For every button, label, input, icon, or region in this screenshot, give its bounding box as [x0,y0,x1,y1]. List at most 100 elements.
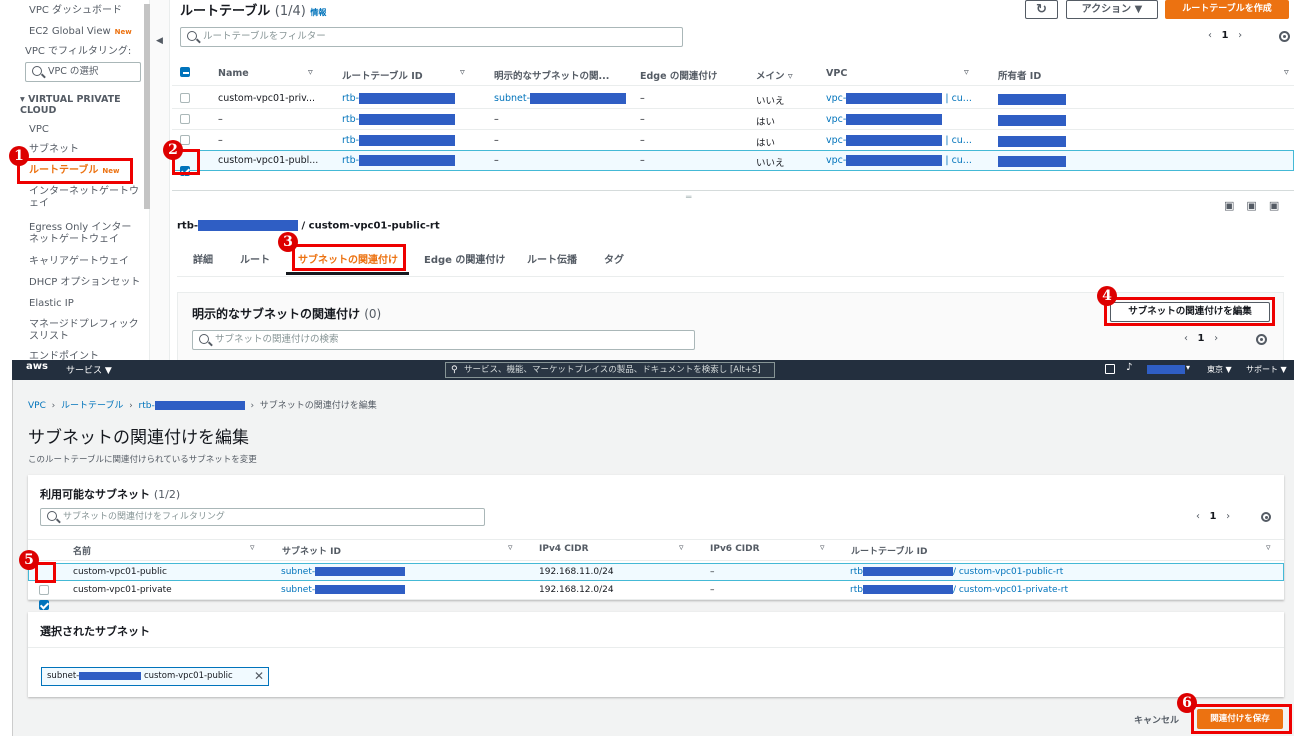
sidebar-item-igw[interactable]: インターネットゲートウェイ [29,186,141,210]
row-rtb-link[interactable]: rtb- [342,155,456,166]
subnet-row-id-link[interactable]: subnet- [281,585,406,595]
row-rtb-link[interactable]: rtb- [342,93,456,104]
sidebar-item-elastic-ip[interactable]: Elastic IP [29,298,74,310]
row-vpc-link[interactable]: vpc- | cu... [826,135,972,146]
prev-page-icon[interactable]: ‹ [1196,511,1200,522]
row-vpc-link[interactable]: vpc- | cu... [826,93,972,104]
next-page-icon[interactable]: › [1226,511,1230,522]
col-vpc-sort-icon[interactable]: ▿ [964,67,969,78]
subnet-row-rtb-link[interactable]: rtb / custom-vpc01-private-rt [850,585,1068,595]
detail-settings-gear-icon[interactable] [1256,334,1267,348]
split-panel-divider[interactable]: ═ [172,190,1294,210]
col-main[interactable]: メイン ▿ [756,68,793,82]
col-edge[interactable]: Edge の関連付け [640,68,717,82]
col-ipv6-sort-icon[interactable]: ▿ [820,543,825,553]
col-owner[interactable]: 所有者 ID [998,68,1041,82]
cloudshell-icon[interactable] [1105,364,1115,374]
subnet-row-id-link[interactable]: subnet- [281,567,406,577]
tab-tags[interactable]: タグ [604,251,624,266]
sidebar-item-ec2-global-view[interactable]: EC2 Global View New [29,26,132,38]
aws-logo[interactable]: aws [26,361,48,372]
row-checkbox[interactable] [180,114,190,124]
section-vpc-title[interactable]: ▾ VIRTUAL PRIVATE CLOUD [20,94,140,116]
breadcrumb-rtb[interactable]: rtb- [139,401,245,411]
settings-gear-icon[interactable] [1279,31,1290,45]
row-checkbox[interactable] [180,166,190,176]
col-vpc[interactable]: VPC [826,68,847,79]
row-checkbox[interactable] [39,585,49,595]
breadcrumb-route-tables[interactable]: ルートテーブル [61,401,123,411]
col-rtb-id[interactable]: ルートテーブル ID [342,68,423,82]
account-chevron-down-icon[interactable]: ▾ [1186,363,1190,372]
row-checkbox[interactable] [39,600,49,610]
col-ipv6[interactable]: IPv6 CIDR [710,544,760,554]
next-page-icon[interactable]: › [1214,333,1218,344]
row-subnet-link[interactable]: subnet- [494,93,627,104]
sidebar-collapse-toggle[interactable]: ◀ [150,0,170,360]
tab-route-propagation[interactable]: ルート伝播 [527,251,577,266]
prev-page-icon[interactable]: ‹ [1184,333,1188,344]
col-route-table-sort-icon[interactable]: ▿ [1266,543,1271,553]
edit-settings-gear-icon[interactable] [1261,512,1271,525]
page-number[interactable]: 1 [1198,333,1205,344]
sidebar-item-carrier-gateway[interactable]: キャリアゲートウェイ [29,256,129,268]
subnet-association-search[interactable]: サブネットの関連付けの検索 [192,330,695,350]
refresh-button[interactable]: ↻ [1025,0,1058,19]
row-rtb-link[interactable]: rtb- [342,135,456,146]
region-menu[interactable]: 東京 ▼ [1207,364,1232,375]
tab-edge-associations[interactable]: Edge の関連付け [424,251,505,266]
support-menu[interactable]: サポート ▼ [1246,364,1287,375]
prev-page-icon[interactable]: ‹ [1208,30,1212,41]
tab-subnet-associations[interactable]: サブネットの関連付け [298,251,398,266]
page-number[interactable]: 1 [1222,30,1229,41]
col-name[interactable]: Name [218,68,249,79]
close-icon[interactable]: ✕ [254,668,264,685]
account-redaction[interactable] [1147,365,1185,374]
row-vpc-link[interactable]: vpc- [826,114,943,125]
edit-subnet-associations-button[interactable]: サブネットの関連付けを編集 [1110,302,1270,322]
page-number[interactable]: 1 [1210,511,1217,522]
panel-bottom-icon[interactable]: ▣ [1224,199,1246,212]
col-ipv4[interactable]: IPv4 CIDR [539,544,589,554]
sidebar-item-subnet[interactable]: サブネット [29,144,79,156]
tab-details[interactable]: 詳細 [193,251,213,266]
col-ipv4-sort-icon[interactable]: ▿ [679,543,684,553]
vpc-select[interactable]: VPC の選択 [25,62,141,82]
bell-icon[interactable]: ♪ [1126,362,1132,373]
col-subnet-id-sort-icon[interactable]: ▿ [508,543,513,553]
actions-button[interactable]: アクション ▼ [1066,0,1158,19]
col-route-table[interactable]: ルートテーブル ID [851,544,927,557]
subnet-row-rtb-link[interactable]: rtb / custom-vpc01-public-rt [850,567,1063,577]
panel-full-icon[interactable]: ▣ [1269,199,1291,212]
tab-routes[interactable]: ルート [240,251,270,266]
route-table-filter-input[interactable]: ルートテーブルをフィルター [180,27,683,47]
create-route-table-button[interactable]: ルートテーブルを作成 [1165,0,1289,19]
global-search-input[interactable]: ⚲ サービス、機能、マーケットプレイスの製品、ドキュメントを検索し [Alt+S] [445,362,775,378]
row-checkbox[interactable] [180,93,190,103]
info-link[interactable]: 情報 [310,8,326,17]
col-subnet-id[interactable]: サブネット ID [282,544,341,557]
row-checkbox[interactable] [180,135,190,145]
save-associations-button[interactable]: 関連付けを保存 [1197,709,1283,729]
subnet-filter-input[interactable]: サブネットの関連付けをフィルタリング [40,508,485,526]
col-name-sort-icon[interactable]: ▿ [308,67,313,78]
sidebar-item-dhcp[interactable]: DHCP オプションセット [29,277,140,289]
row-rtb-link[interactable]: rtb- [342,114,456,125]
services-menu[interactable]: サービス ▼ [66,363,112,376]
breadcrumb-vpc[interactable]: VPC [28,401,46,411]
select-all-checkbox[interactable] [180,67,190,77]
sidebar-item-route-table[interactable]: ルートテーブル New [29,165,119,177]
col-subnet-name-sort-icon[interactable]: ▿ [250,543,255,553]
cancel-button[interactable]: キャンセル [1134,713,1179,726]
panel-side-icon[interactable]: ▣ [1246,199,1268,212]
sidebar-item-egress-igw[interactable]: Egress Only インターネットゲートウェイ [29,222,141,246]
sidebar-item-vpc[interactable]: VPC [29,124,49,136]
row-vpc-link[interactable]: vpc- | cu... [826,155,972,166]
col-owner-sort-icon[interactable]: ▿ [1284,67,1289,78]
col-subnet-name[interactable]: 名前 [73,544,91,557]
sidebar-item-prefix-list[interactable]: マネージドプレフィックスリスト [29,319,141,343]
col-explicit-subnet[interactable]: 明示的なサブネットの関... [494,68,609,82]
next-page-icon[interactable]: › [1238,30,1242,41]
sidebar-item-vpc-dashboard[interactable]: VPC ダッシュボード [29,5,122,17]
drag-handle-icon[interactable]: ═ [686,193,691,203]
